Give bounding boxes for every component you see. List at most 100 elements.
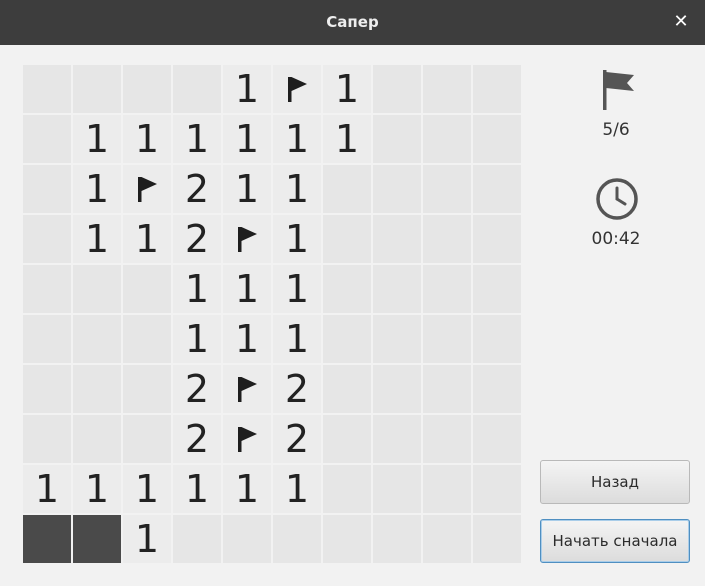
cell[interactable]	[373, 165, 421, 213]
cell[interactable]	[123, 65, 171, 113]
number-cell[interactable]: 1	[73, 215, 121, 263]
number-cell[interactable]: 1	[223, 315, 271, 363]
cell[interactable]	[73, 315, 121, 363]
number-cell[interactable]: 1	[273, 265, 321, 313]
flagged-cell[interactable]	[223, 415, 271, 463]
cell[interactable]	[23, 215, 71, 263]
cell[interactable]	[473, 465, 521, 513]
cell[interactable]	[23, 365, 71, 413]
cell[interactable]	[23, 265, 71, 313]
cell[interactable]	[273, 515, 321, 563]
cell[interactable]	[123, 365, 171, 413]
number-cell[interactable]: 1	[73, 165, 121, 213]
cell[interactable]	[473, 115, 521, 163]
number-cell[interactable]: 1	[323, 65, 371, 113]
number-cell[interactable]: 1	[73, 115, 121, 163]
cell[interactable]	[423, 115, 471, 163]
number-cell[interactable]: 2	[173, 365, 221, 413]
number-cell[interactable]: 2	[273, 365, 321, 413]
cell[interactable]	[373, 415, 421, 463]
cell[interactable]	[373, 265, 421, 313]
cell[interactable]	[23, 65, 71, 113]
cell[interactable]	[423, 465, 471, 513]
cell[interactable]	[73, 65, 121, 113]
cell[interactable]	[23, 315, 71, 363]
restart-button[interactable]: Начать сначала	[540, 519, 690, 563]
back-button[interactable]: Назад	[540, 460, 690, 504]
cell[interactable]	[423, 415, 471, 463]
cell[interactable]	[373, 315, 421, 363]
flagged-cell[interactable]	[123, 165, 171, 213]
cell[interactable]	[473, 265, 521, 313]
number-cell[interactable]: 1	[223, 465, 271, 513]
number-cell[interactable]: 1	[273, 115, 321, 163]
cell[interactable]	[323, 215, 371, 263]
unopened-cell[interactable]	[73, 515, 121, 563]
cell[interactable]	[323, 365, 371, 413]
flagged-cell[interactable]	[273, 65, 321, 113]
cell[interactable]	[373, 365, 421, 413]
cell[interactable]	[323, 265, 371, 313]
number-cell[interactable]: 2	[173, 165, 221, 213]
cell[interactable]	[173, 65, 221, 113]
cell[interactable]	[473, 165, 521, 213]
number-cell[interactable]: 1	[223, 115, 271, 163]
cell[interactable]	[373, 515, 421, 563]
number-cell[interactable]: 1	[23, 465, 71, 513]
cell[interactable]	[473, 515, 521, 563]
cell[interactable]	[123, 415, 171, 463]
cell[interactable]	[473, 415, 521, 463]
cell[interactable]	[423, 365, 471, 413]
cell[interactable]	[173, 515, 221, 563]
cell[interactable]	[323, 315, 371, 363]
cell[interactable]	[373, 215, 421, 263]
cell[interactable]	[473, 65, 521, 113]
number-cell[interactable]: 2	[273, 415, 321, 463]
number-cell[interactable]: 1	[273, 315, 321, 363]
number-cell[interactable]: 1	[173, 315, 221, 363]
cell[interactable]	[323, 465, 371, 513]
cell[interactable]	[373, 115, 421, 163]
number-cell[interactable]: 1	[123, 115, 171, 163]
number-cell[interactable]: 1	[173, 115, 221, 163]
cell[interactable]	[423, 265, 471, 313]
cell[interactable]	[23, 115, 71, 163]
cell[interactable]	[123, 265, 171, 313]
number-cell[interactable]: 1	[223, 265, 271, 313]
cell[interactable]	[73, 365, 121, 413]
number-cell[interactable]: 1	[73, 465, 121, 513]
cell[interactable]	[423, 65, 471, 113]
flagged-cell[interactable]	[223, 215, 271, 263]
cell[interactable]	[423, 315, 471, 363]
cell[interactable]	[323, 415, 371, 463]
flagged-cell[interactable]	[223, 365, 271, 413]
cell[interactable]	[473, 315, 521, 363]
number-cell[interactable]: 1	[273, 215, 321, 263]
cell[interactable]	[323, 165, 371, 213]
number-cell[interactable]: 2	[173, 215, 221, 263]
number-cell[interactable]: 1	[273, 465, 321, 513]
cell[interactable]	[473, 365, 521, 413]
number-cell[interactable]: 1	[173, 265, 221, 313]
cell[interactable]	[423, 165, 471, 213]
cell[interactable]	[223, 515, 271, 563]
cell[interactable]	[373, 465, 421, 513]
cell[interactable]	[23, 165, 71, 213]
cell[interactable]	[23, 415, 71, 463]
number-cell[interactable]: 1	[323, 115, 371, 163]
number-cell[interactable]: 2	[173, 415, 221, 463]
cell[interactable]	[123, 315, 171, 363]
cell[interactable]	[473, 215, 521, 263]
cell[interactable]	[73, 265, 121, 313]
number-cell[interactable]: 1	[273, 165, 321, 213]
close-icon[interactable]: ✕	[671, 12, 691, 32]
cell[interactable]	[373, 65, 421, 113]
unopened-cell[interactable]	[23, 515, 71, 563]
number-cell[interactable]: 1	[123, 215, 171, 263]
number-cell[interactable]: 1	[223, 165, 271, 213]
number-cell[interactable]: 1	[123, 465, 171, 513]
cell[interactable]	[323, 515, 371, 563]
cell[interactable]	[423, 215, 471, 263]
cell[interactable]	[423, 515, 471, 563]
number-cell[interactable]: 1	[123, 515, 171, 563]
